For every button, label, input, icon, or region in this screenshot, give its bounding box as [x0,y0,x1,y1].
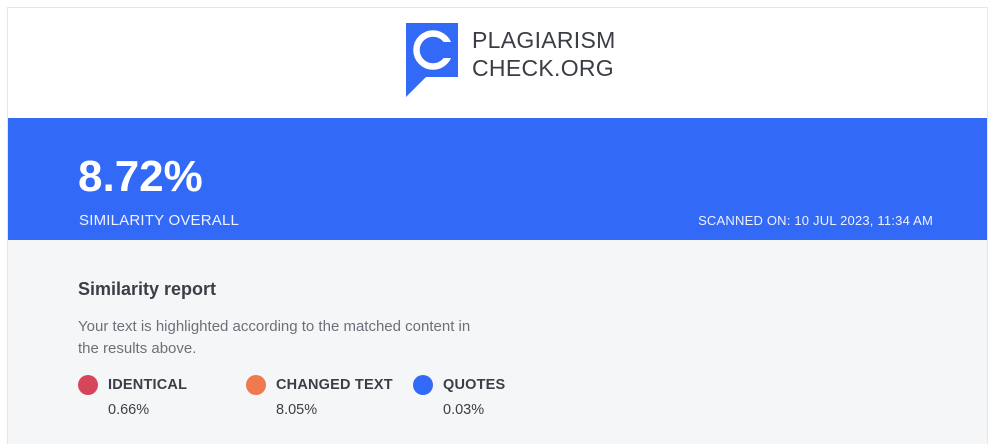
legend-quotes: QUOTES 0.03% [413,375,505,419]
legend-changed-text: CHANGED TEXT 8.05% [246,375,393,419]
brand-line-1: PLAGIARISM [472,27,616,53]
report-title: Similarity report [78,279,217,299]
quotes-dot-icon [413,375,433,395]
similarity-summary: 8.72% SIMILARITY OVERALL SCANNED ON: 10 … [8,118,987,240]
legend-value: 0.03% [443,402,485,418]
similarity-label: SIMILARITY OVERALL [79,212,240,229]
similarity-percentage: 8.72% [78,152,203,201]
legend-label: QUOTES [443,377,506,393]
identical-dot-icon [78,375,98,395]
legend-label: CHANGED TEXT [276,377,393,393]
legend-value: 8.05% [276,402,318,418]
legend-value: 0.66% [108,402,150,418]
plagiarism-check-logo-icon [406,23,458,97]
legend-label: IDENTICAL [108,377,188,393]
scan-timestamp: SCANNED ON: 10 JUL 2023, 11:34 AM [698,213,933,228]
legend-identical: IDENTICAL 0.66% [78,375,187,419]
report-description: Your text is highlighted according to th… [78,318,471,357]
header: PLAGIARISM CHECK.ORG [8,8,987,118]
brand-logo[interactable]: PLAGIARISM CHECK.ORG [406,23,616,97]
brand-line-2: CHECK.ORG [472,55,614,81]
similarity-report: Similarity report Your text is highlight… [8,240,987,444]
changed-text-dot-icon [246,375,266,395]
brand-wordmark: PLAGIARISM CHECK.ORG [472,26,616,82]
report-card: PLAGIARISM CHECK.ORG 8.72% SIMILARITY OV… [7,7,988,444]
